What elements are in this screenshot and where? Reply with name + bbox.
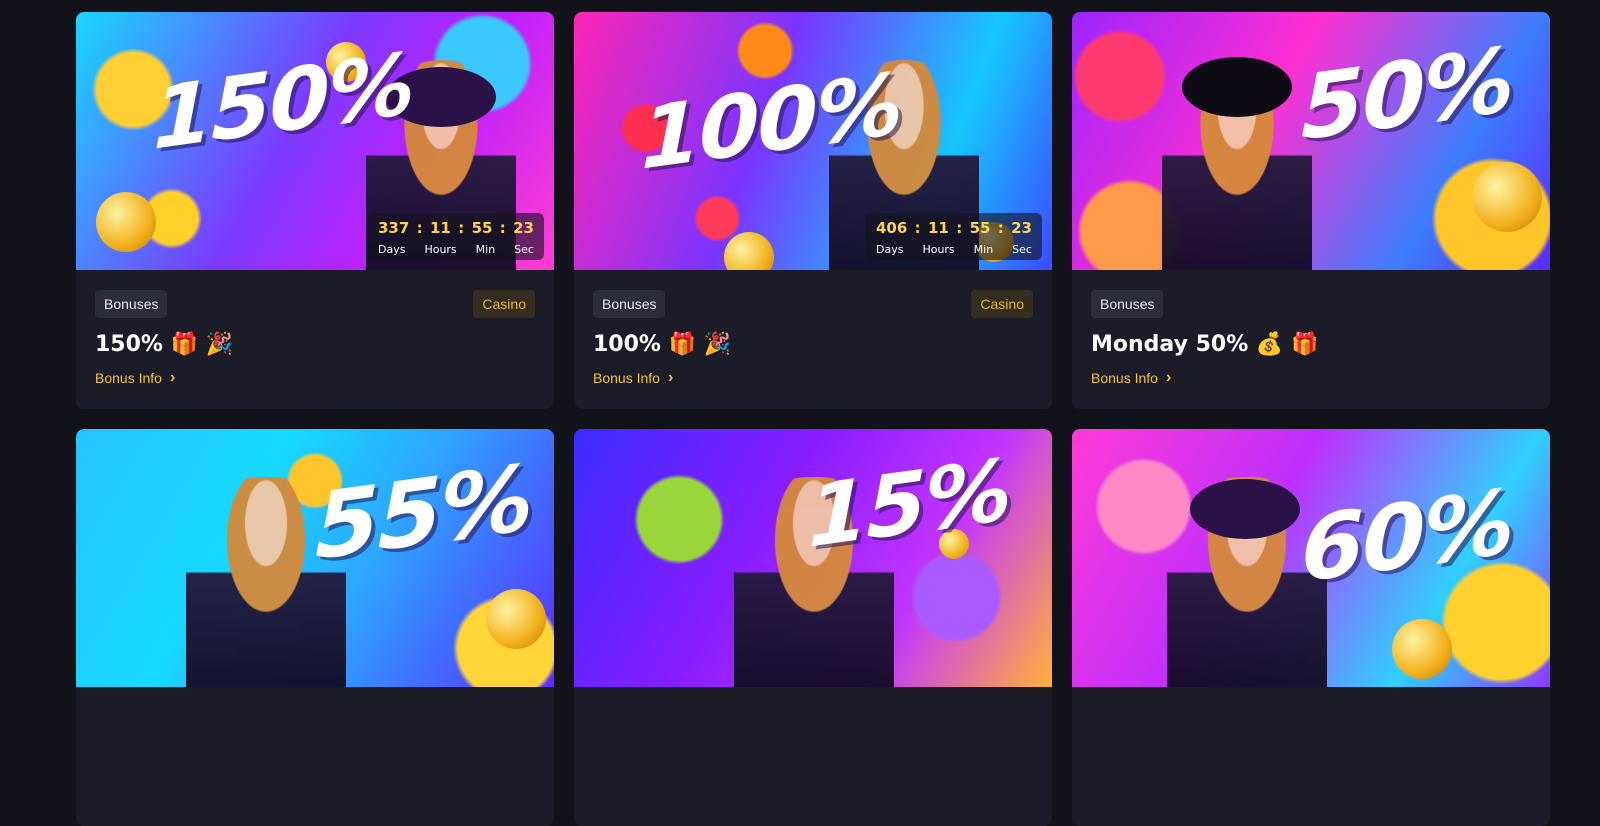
bonus-info-link[interactable]: Bonus Info › — [593, 369, 673, 387]
chevron-right-icon: › — [169, 369, 176, 386]
card-info: Bonuses Casino 150% 🎁 🎉 Bonus Info › — [76, 270, 554, 388]
card-info: Bonuses Monday 50% 💰 🎁 Bonus Info › — [1072, 270, 1550, 388]
bonus-info-label: Bonus Info — [1091, 370, 1158, 386]
banner-percent: 55% — [314, 444, 532, 581]
promo-banner-image[interactable]: 55% — [76, 429, 554, 687]
timer-sec: 23 — [513, 219, 534, 237]
promo-banner-image[interactable]: 60% — [1072, 429, 1550, 687]
bonus-info-label: Bonus Info — [593, 370, 660, 386]
coin-graphic — [1472, 162, 1542, 232]
timer-separator: : — [458, 219, 465, 237]
banner-percent: 15% — [808, 440, 1010, 568]
chevron-right-icon: › — [667, 369, 674, 386]
timer-days: 337 — [378, 219, 410, 237]
timer-label-days: Days — [876, 243, 904, 256]
timer-separator: : — [499, 219, 506, 237]
promo-title: 150% 🎁 🎉 — [95, 332, 234, 357]
promo-title: 100% 🎁 🎉 — [593, 332, 732, 357]
chevron-right-icon: › — [1165, 369, 1172, 386]
banner-percent: 50% — [1300, 27, 1513, 162]
banner-percent: 60% — [1300, 469, 1513, 604]
bonus-info-link[interactable]: Bonus Info › — [1091, 369, 1171, 387]
timer-min: 55 — [471, 219, 493, 237]
countdown-timer: 337 : 11 : 55 : 23 Days Hours Min Sec — [368, 213, 544, 260]
promo-title: Monday 50% 💰 🎁 — [1091, 332, 1319, 357]
promo-banner-image[interactable]: 50% — [1072, 12, 1550, 270]
card-info: Bonuses Casino 100% 🎁 🎉 Bonus Info › — [574, 270, 1052, 388]
category-tag[interactable]: Bonuses — [593, 290, 666, 318]
timer-label-min: Min — [475, 243, 496, 256]
coin-graphic — [1392, 619, 1452, 679]
timer-label-days: Days — [378, 243, 406, 256]
timer-separator: : — [914, 219, 921, 237]
timer-hours: 11 — [430, 219, 451, 237]
timer-days: 406 — [876, 219, 908, 237]
promotions-grid: 150% 337 : 11 : 55 : 23 Days Hours Min S… — [76, 12, 1550, 826]
timer-separator: : — [416, 219, 423, 237]
timer-label-sec: Sec — [514, 243, 534, 256]
timer-separator: : — [997, 219, 1004, 237]
category-tag[interactable]: Bonuses — [95, 290, 168, 318]
countdown-timer: 406 : 11 : 55 : 23 Days Hours Min Sec — [866, 213, 1042, 260]
promo-card[interactable]: 15% — [574, 429, 1052, 826]
promo-card[interactable]: 55% — [76, 429, 554, 826]
timer-label-min: Min — [973, 243, 994, 256]
timer-sec: 23 — [1011, 219, 1032, 237]
casino-badge: Casino — [473, 290, 535, 318]
timer-separator: : — [956, 219, 963, 237]
promo-card[interactable]: 50% Bonuses Monday 50% 💰 🎁 Bonus Info › — [1072, 12, 1550, 409]
timer-label-sec: Sec — [1012, 243, 1032, 256]
hat-graphic — [1190, 479, 1300, 539]
promo-banner-image[interactable]: 100% 406 : 11 : 55 : 23 Days Hours Min S… — [574, 12, 1052, 270]
promo-banner-image[interactable]: 150% 337 : 11 : 55 : 23 Days Hours Min S… — [76, 12, 554, 270]
timer-min: 55 — [969, 219, 991, 237]
coin-graphic — [724, 232, 774, 270]
casino-badge: Casino — [971, 290, 1033, 318]
coin-graphic — [96, 192, 156, 252]
promo-card[interactable]: 150% 337 : 11 : 55 : 23 Days Hours Min S… — [76, 12, 554, 409]
timer-hours: 11 — [928, 219, 949, 237]
category-tag[interactable]: Bonuses — [1091, 290, 1164, 318]
timer-label-hours: Hours — [424, 243, 457, 256]
promo-banner-image[interactable]: 15% — [574, 429, 1052, 687]
timer-label-hours: Hours — [922, 243, 955, 256]
bonus-info-label: Bonus Info — [95, 370, 162, 386]
promo-card[interactable]: 100% 406 : 11 : 55 : 23 Days Hours Min S… — [574, 12, 1052, 409]
coin-graphic — [486, 589, 546, 649]
hat-graphic — [1182, 57, 1292, 117]
promo-card[interactable]: 60% — [1072, 429, 1550, 826]
bonus-info-link[interactable]: Bonus Info › — [95, 369, 175, 387]
